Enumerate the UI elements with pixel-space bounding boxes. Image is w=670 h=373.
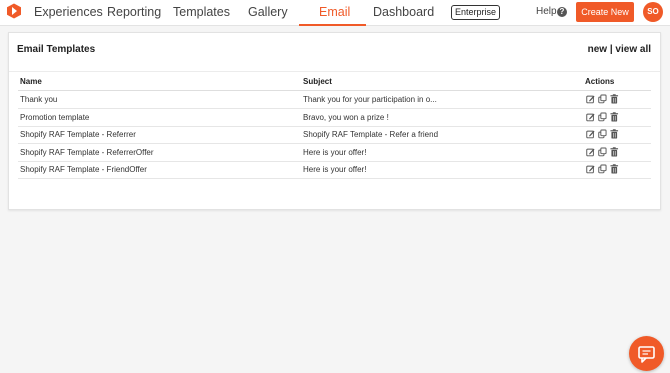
- help-link[interactable]: Help: [536, 0, 557, 24]
- nav-reporting[interactable]: Reporting: [107, 0, 161, 26]
- trash-icon[interactable]: [610, 94, 619, 104]
- chat-button[interactable]: [629, 336, 664, 371]
- table-row[interactable]: Thank you Thank you for your participatio…: [18, 91, 651, 109]
- top-navigation: Experiences Reporting Templates Gallery …: [0, 0, 670, 26]
- enterprise-button[interactable]: Enterprise: [451, 5, 500, 20]
- copy-icon[interactable]: [598, 129, 607, 139]
- view-all-link[interactable]: view all: [615, 44, 651, 55]
- nav-templates[interactable]: Templates: [173, 0, 230, 26]
- template-name[interactable]: Shopify RAF Template - ReferrerOffer: [20, 148, 154, 157]
- active-tab-indicator: [299, 24, 366, 26]
- template-subject: Bravo, you won a prize !: [303, 112, 389, 122]
- table-row[interactable]: Shopify RAF Template - FriendOffer Here i…: [18, 161, 651, 180]
- trash-icon[interactable]: [610, 111, 619, 122]
- link-separator: |: [609, 44, 613, 55]
- copy-icon[interactable]: [598, 112, 607, 122]
- template-subject: Thank you for your participation in o...: [303, 95, 437, 104]
- create-new-button[interactable]: Create New: [576, 2, 634, 22]
- table-row[interactable]: Shopify RAF Template - Referrer Shopify R…: [18, 126, 651, 145]
- template-subject: Shopify RAF Template - Refer a friend: [303, 130, 439, 140]
- card-title: Email Templates: [17, 44, 96, 55]
- copy-icon[interactable]: [598, 94, 607, 104]
- chat-icon: [638, 346, 655, 363]
- template-name[interactable]: Shopify RAF Template - Referrer: [20, 130, 136, 139]
- column-header-subject: Subject: [303, 77, 332, 86]
- avatar[interactable]: SO: [643, 2, 663, 22]
- column-header-name: Name: [20, 77, 42, 86]
- logo-icon[interactable]: [6, 3, 22, 19]
- nav-experiences[interactable]: Experiences: [34, 0, 103, 26]
- nav-email[interactable]: Email: [319, 0, 350, 26]
- edit-icon[interactable]: [586, 164, 595, 174]
- copy-icon[interactable]: [598, 164, 607, 174]
- edit-icon[interactable]: [586, 129, 595, 139]
- template-subject: Here is your offer!: [303, 165, 367, 175]
- help-icon[interactable]: ?: [557, 7, 567, 17]
- edit-icon[interactable]: [586, 147, 595, 157]
- template-name[interactable]: Shopify RAF Template - FriendOffer: [20, 165, 147, 174]
- card-links: new | view all: [588, 44, 651, 55]
- trash-icon[interactable]: [610, 129, 619, 139]
- edit-icon[interactable]: [586, 112, 595, 122]
- trash-icon[interactable]: [610, 147, 619, 157]
- column-header-actions: Actions: [585, 77, 615, 86]
- template-subject: Here is your offer!: [303, 147, 367, 157]
- table-row[interactable]: Promotion template Bravo, you won a prize…: [18, 109, 651, 127]
- edit-icon[interactable]: [586, 94, 595, 104]
- template-name[interactable]: Thank you: [20, 95, 57, 104]
- divider: [9, 71, 660, 72]
- template-name[interactable]: Promotion template: [20, 113, 89, 122]
- copy-icon[interactable]: [598, 147, 607, 157]
- nav-gallery[interactable]: Gallery: [248, 0, 288, 26]
- email-templates-card: Email Templates new | view all Name Subj…: [8, 32, 661, 210]
- table-row[interactable]: Shopify RAF Template - ReferrerOffer Here…: [18, 144, 651, 162]
- trash-icon[interactable]: [610, 164, 619, 174]
- nav-dashboard[interactable]: Dashboard: [373, 0, 434, 26]
- new-link[interactable]: new: [588, 44, 607, 55]
